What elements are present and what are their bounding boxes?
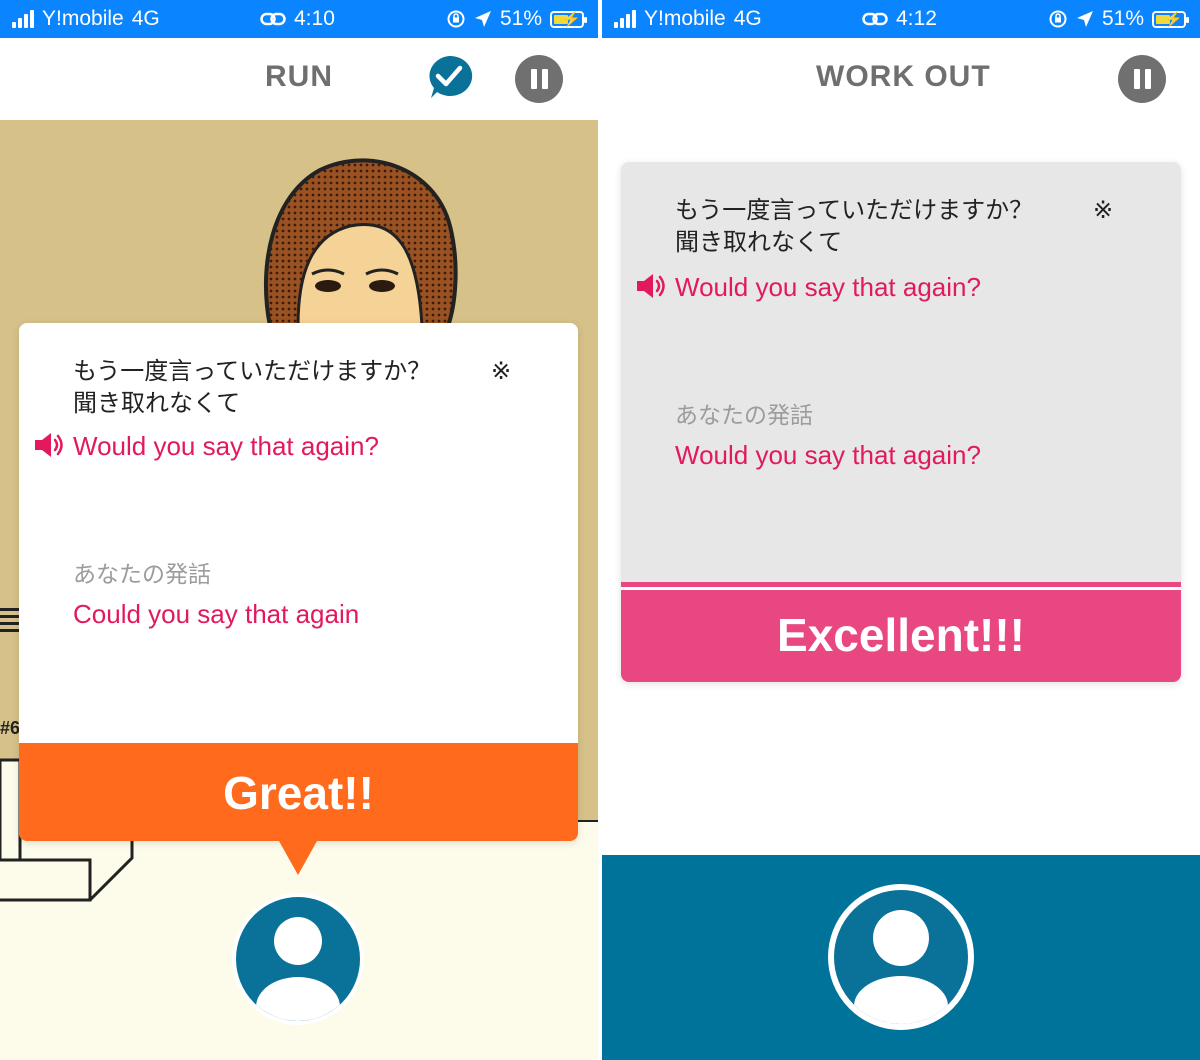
phrase-card: もう一度言っていただけますか？ ※ 聞き取れなくて Would you say … xyxy=(19,323,578,841)
screen-run: Y!mobile 4G 4:10 51% ⚡ RUN #6 もう一度言っていただ… xyxy=(0,0,598,1060)
status-bar: Y!mobile 4G 4:10 51% ⚡ xyxy=(0,0,598,38)
battery-icon: ⚡ xyxy=(550,10,587,28)
rotation-lock-icon xyxy=(447,10,465,28)
location-arrow-icon xyxy=(1076,11,1093,27)
jp-phrase-line1: もう一度言っていただけますか？ xyxy=(675,196,1034,224)
header: RUN xyxy=(0,38,598,120)
carrier-label: Y!mobile xyxy=(644,7,726,30)
rotation-lock-icon xyxy=(1049,10,1067,28)
clock: 4:12 xyxy=(896,7,937,30)
speaker-icon[interactable] xyxy=(635,273,667,299)
target-phrase: Would you say that again? xyxy=(73,431,379,461)
user-speech: Would you say that again? xyxy=(675,440,981,470)
pause-button[interactable] xyxy=(515,55,563,103)
target-phrase: Would you say that again? xyxy=(675,272,981,302)
page-title: RUN xyxy=(265,60,333,93)
result-banner: Excellent!!! xyxy=(621,590,1181,682)
result-banner: Great!! xyxy=(19,743,578,841)
speech-label: あなたの発話 xyxy=(73,562,211,588)
clock: 4:10 xyxy=(294,7,335,30)
check-bubble-icon[interactable] xyxy=(425,54,473,100)
network-label: 4G xyxy=(131,7,160,30)
result-text: Excellent!!! xyxy=(777,609,1025,661)
battery-icon: ⚡ xyxy=(1152,10,1189,28)
network-label: 4G xyxy=(733,7,762,30)
card-pointer xyxy=(279,841,317,875)
user-icon xyxy=(274,917,322,965)
battery-percent: 51% xyxy=(1101,7,1144,30)
header: WORK OUT xyxy=(602,38,1200,120)
character-illustration xyxy=(263,158,458,326)
user-icon xyxy=(873,910,929,966)
pause-button[interactable] xyxy=(1118,55,1166,103)
location-arrow-icon xyxy=(474,11,491,27)
speech-label: あなたの発話 xyxy=(675,403,813,429)
phrase-card: もう一度言っていただけますか？ ※ 聞き取れなくて Would you say … xyxy=(621,162,1181,682)
signal-icon xyxy=(12,10,34,28)
link-icon xyxy=(260,12,286,26)
mic-button[interactable] xyxy=(232,893,364,1025)
jp-phrase-line2: 聞き取れなくて xyxy=(675,228,843,256)
desk-lines xyxy=(0,608,20,636)
speaker-icon[interactable] xyxy=(33,432,65,458)
status-bar: Y!mobile 4G 4:12 51% ⚡ xyxy=(602,0,1200,38)
signal-icon xyxy=(614,10,636,28)
note-mark: ※ xyxy=(491,357,512,385)
jp-phrase-line2: 聞き取れなくて xyxy=(73,389,241,417)
screen-workout: Y!mobile 4G 4:12 51% ⚡ WORK OUT もう一度言ってい… xyxy=(602,0,1200,1060)
page-title: WORK OUT xyxy=(816,60,991,93)
carrier-label: Y!mobile xyxy=(42,7,124,30)
mic-button[interactable] xyxy=(828,884,974,1030)
link-icon xyxy=(862,12,888,26)
user-speech: Could you say that again xyxy=(73,599,360,629)
jp-phrase-line1: もう一度言っていただけますか？ xyxy=(73,357,432,385)
result-text: Great!! xyxy=(223,767,374,819)
battery-percent: 51% xyxy=(499,7,542,30)
note-mark: ※ xyxy=(1093,196,1114,224)
